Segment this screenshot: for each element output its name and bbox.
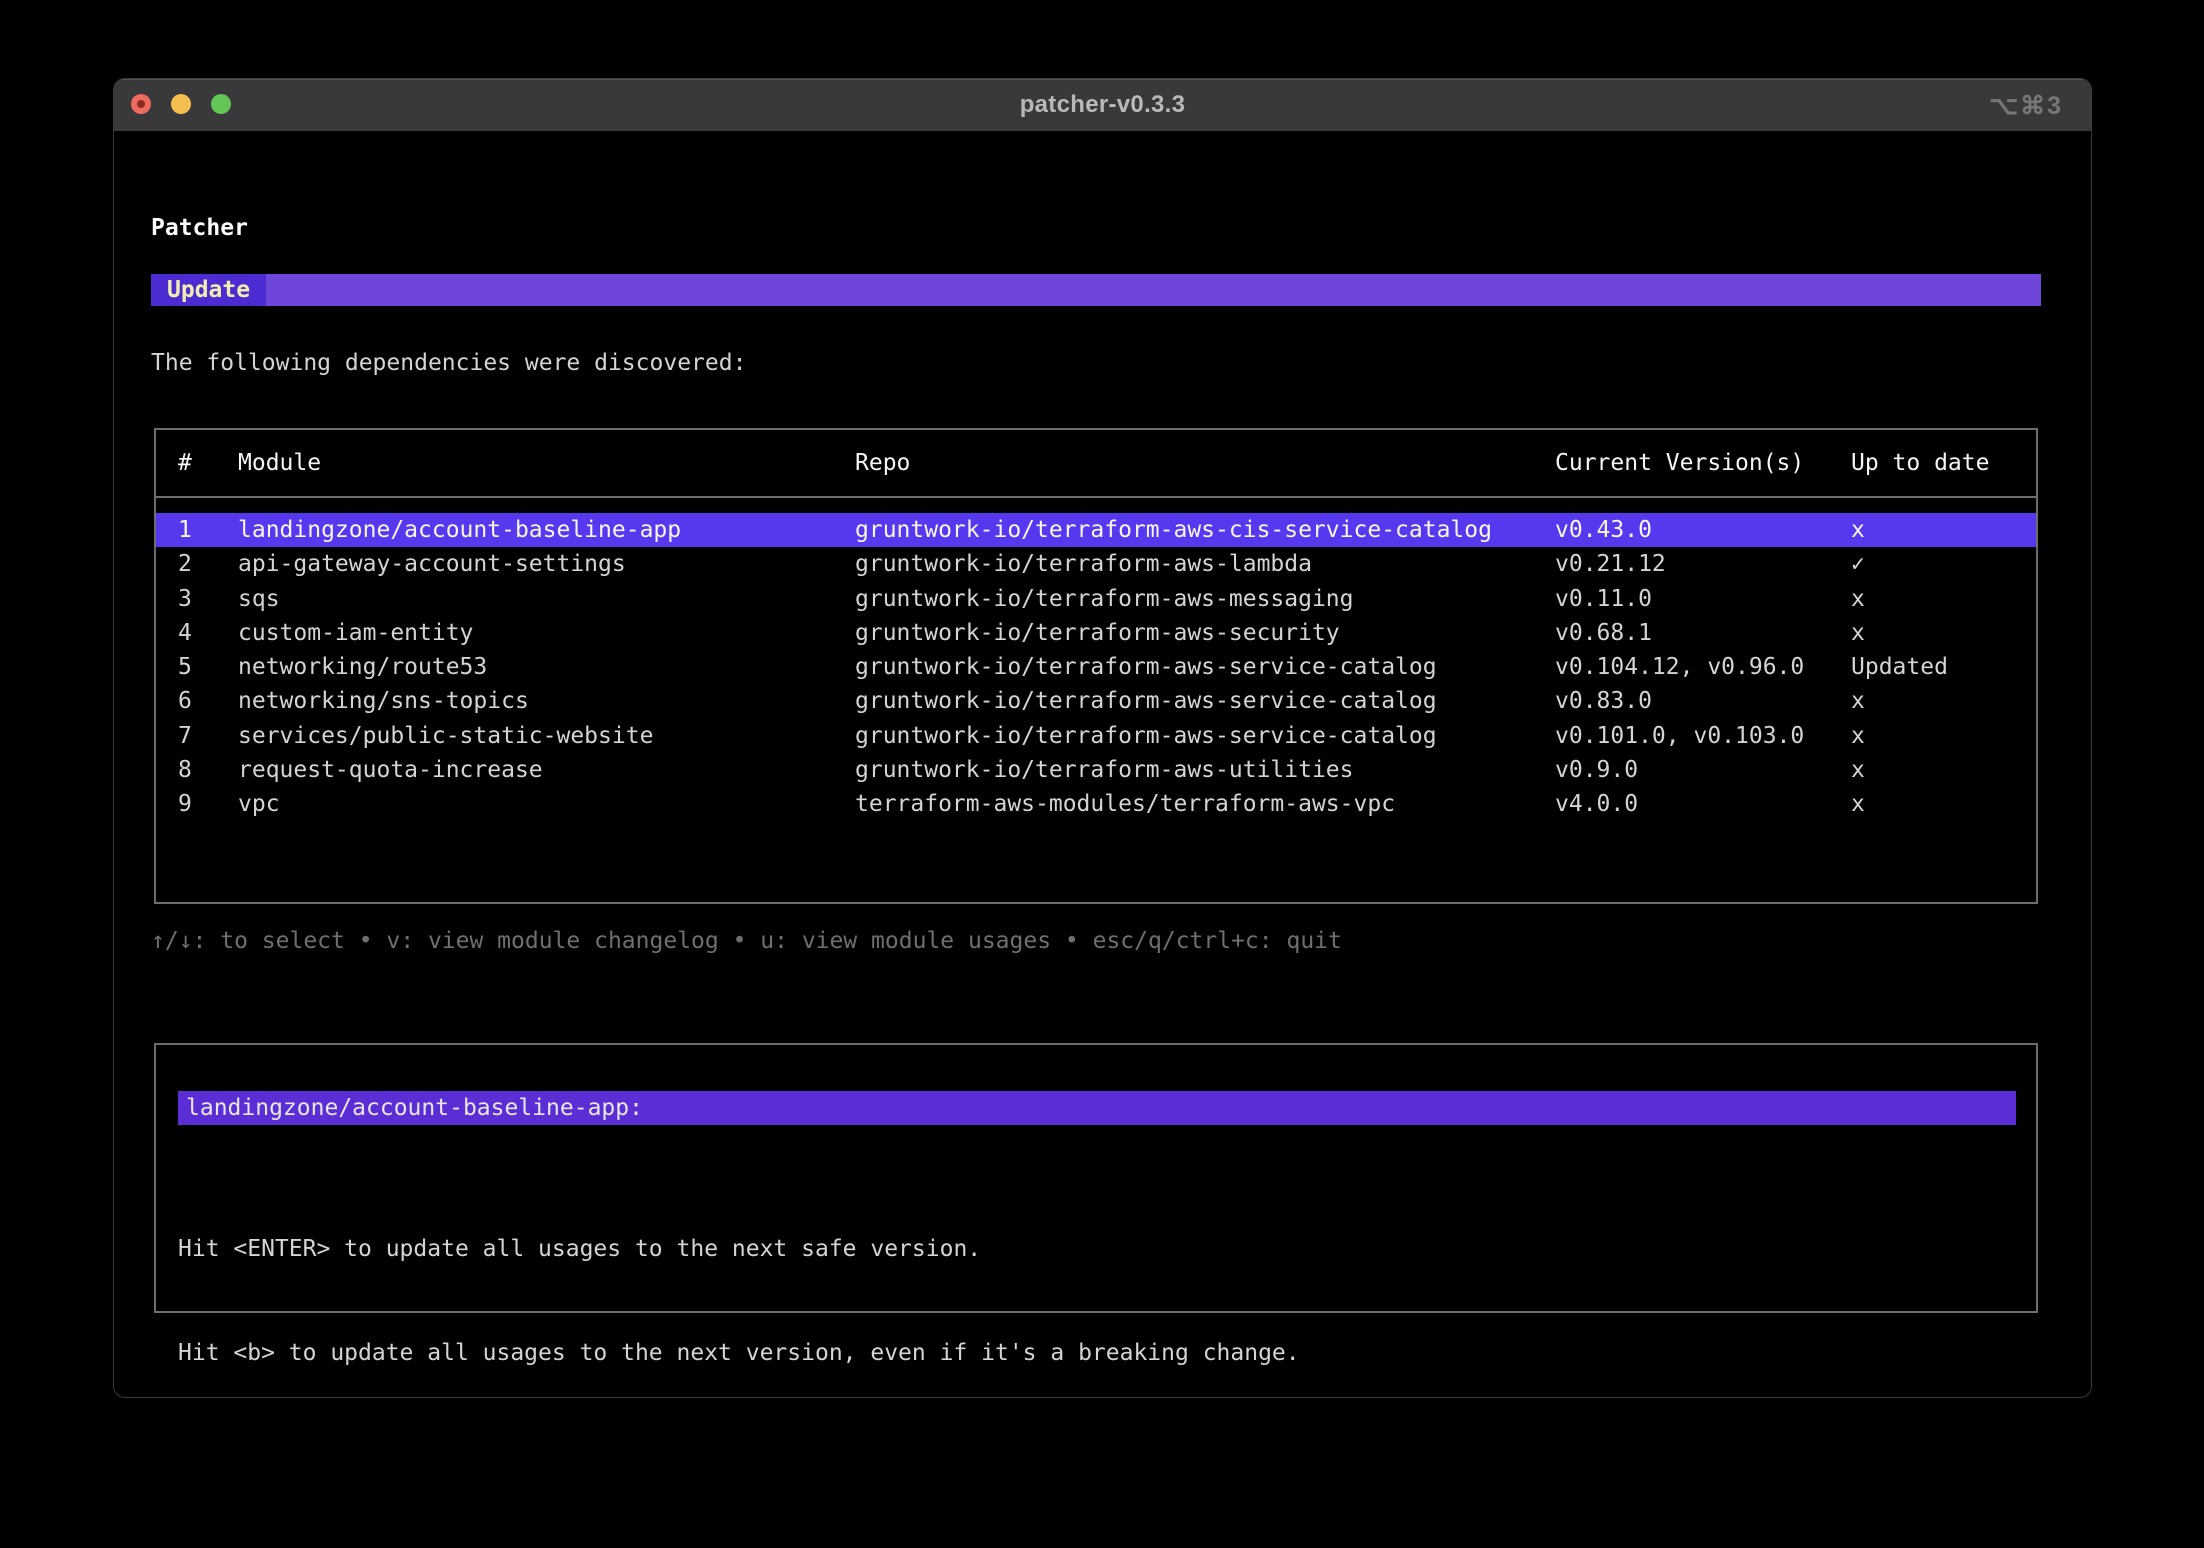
traffic-lights <box>131 94 231 114</box>
detail-line-breaking: Hit <b> to update all usages to the next… <box>178 1336 1300 1371</box>
row-module: landingzone/account-baseline-app <box>238 513 855 547</box>
detail-instructions: Hit <ENTER> to update all usages to the … <box>178 1163 1300 1398</box>
table-row[interactable]: 6 networking/sns-topics gruntwork-io/ter… <box>156 684 2036 718</box>
row-version: v0.83.0 <box>1555 684 1851 718</box>
row-number: 1 <box>178 513 238 547</box>
header-separator <box>156 496 2036 498</box>
row-module: custom-iam-entity <box>238 616 855 650</box>
row-number: 2 <box>178 547 238 581</box>
selected-module-header: landingzone/account-baseline-app: <box>178 1091 2016 1125</box>
row-status: x <box>1851 616 2036 650</box>
dependencies-table: # Module Repo Current Version(s) Up to d… <box>154 428 2038 904</box>
row-repo: gruntwork-io/terraform-aws-security <box>855 616 1555 650</box>
table-row[interactable]: 4 custom-iam-entity gruntwork-io/terrafo… <box>156 616 2036 650</box>
row-version: v4.0.0 <box>1555 787 1851 821</box>
row-module: vpc <box>238 787 855 821</box>
keybinding-help: ↑/↓: to select • v: view module changelo… <box>151 926 1342 956</box>
close-button-icon[interactable] <box>131 94 151 114</box>
row-repo: gruntwork-io/terraform-aws-service-catal… <box>855 719 1555 753</box>
app-heading: Patcher <box>151 213 248 243</box>
row-module: api-gateway-account-settings <box>238 547 855 581</box>
row-status: x <box>1851 513 2036 547</box>
table-header: # Module Repo Current Version(s) Up to d… <box>156 448 2036 478</box>
detail-panel: landingzone/account-baseline-app: Hit <E… <box>154 1043 2038 1313</box>
col-header-repo: Repo <box>855 448 1555 478</box>
col-header-version: Current Version(s) <box>1555 448 1851 478</box>
row-number: 5 <box>178 650 238 684</box>
row-module: networking/route53 <box>238 650 855 684</box>
tab-bar: Update <box>151 274 2041 306</box>
minimize-button-icon[interactable] <box>171 94 191 114</box>
row-module: sqs <box>238 582 855 616</box>
row-number: 3 <box>178 582 238 616</box>
col-header-uptodate: Up to date <box>1851 448 2036 478</box>
row-status: ✓ <box>1851 547 2036 581</box>
table-row[interactable]: 9 vpc terraform-aws-modules/terraform-aw… <box>156 787 2036 821</box>
row-number: 6 <box>178 684 238 718</box>
row-number: 9 <box>178 787 238 821</box>
zoom-button-icon[interactable] <box>211 94 231 114</box>
window-titlebar[interactable]: patcher-v0.3.3 ⌥⌘3 <box>114 79 2091 131</box>
terminal-window: patcher-v0.3.3 ⌥⌘3 Patcher Update The fo… <box>113 78 2092 1398</box>
row-status: x <box>1851 787 2036 821</box>
row-version: v0.9.0 <box>1555 753 1851 787</box>
detail-line-enter: Hit <ENTER> to update all usages to the … <box>178 1232 1300 1267</box>
col-header-num: # <box>178 448 238 478</box>
row-repo: gruntwork-io/terraform-aws-service-catal… <box>855 650 1555 684</box>
table-row[interactable]: 3 sqs gruntwork-io/terraform-aws-messagi… <box>156 582 2036 616</box>
row-module: services/public-static-website <box>238 719 855 753</box>
row-version: v0.68.1 <box>1555 616 1851 650</box>
row-number: 4 <box>178 616 238 650</box>
row-status: x <box>1851 582 2036 616</box>
row-version: v0.101.0, v0.103.0 <box>1555 719 1851 753</box>
table-row[interactable]: 1 landingzone/account-baseline-app grunt… <box>156 513 2036 547</box>
row-status: x <box>1851 753 2036 787</box>
row-status: x <box>1851 684 2036 718</box>
col-header-module: Module <box>238 448 855 478</box>
row-version: v0.21.12 <box>1555 547 1851 581</box>
row-version: v0.104.12, v0.96.0 <box>1555 650 1851 684</box>
terminal-content: Patcher Update The following dependencie… <box>114 131 2091 1398</box>
tab-update[interactable]: Update <box>151 274 266 306</box>
row-number: 7 <box>178 719 238 753</box>
table-row[interactable]: 7 services/public-static-website gruntwo… <box>156 719 2036 753</box>
row-repo: gruntwork-io/terraform-aws-messaging <box>855 582 1555 616</box>
row-version: v0.43.0 <box>1555 513 1851 547</box>
table-row[interactable]: 5 networking/route53 gruntwork-io/terraf… <box>156 650 2036 684</box>
row-repo: terraform-aws-modules/terraform-aws-vpc <box>855 787 1555 821</box>
row-repo: gruntwork-io/terraform-aws-cis-service-c… <box>855 513 1555 547</box>
row-status: x <box>1851 719 2036 753</box>
row-module: request-quota-increase <box>238 753 855 787</box>
row-module: networking/sns-topics <box>238 684 855 718</box>
table-row[interactable]: 8 request-quota-increase gruntwork-io/te… <box>156 753 2036 787</box>
intro-text: The following dependencies were discover… <box>151 348 746 378</box>
window-title: patcher-v0.3.3 <box>1020 91 1186 119</box>
row-status: Updated <box>1851 650 2036 684</box>
row-number: 8 <box>178 753 238 787</box>
table-row[interactable]: 2 api-gateway-account-settings gruntwork… <box>156 547 2036 581</box>
row-repo: gruntwork-io/terraform-aws-utilities <box>855 753 1555 787</box>
window-shortcut-badge: ⌥⌘3 <box>1989 91 2063 121</box>
dependency-rows: 1 landingzone/account-baseline-app grunt… <box>156 513 2036 822</box>
row-repo: gruntwork-io/terraform-aws-lambda <box>855 547 1555 581</box>
row-repo: gruntwork-io/terraform-aws-service-catal… <box>855 684 1555 718</box>
row-version: v0.11.0 <box>1555 582 1851 616</box>
